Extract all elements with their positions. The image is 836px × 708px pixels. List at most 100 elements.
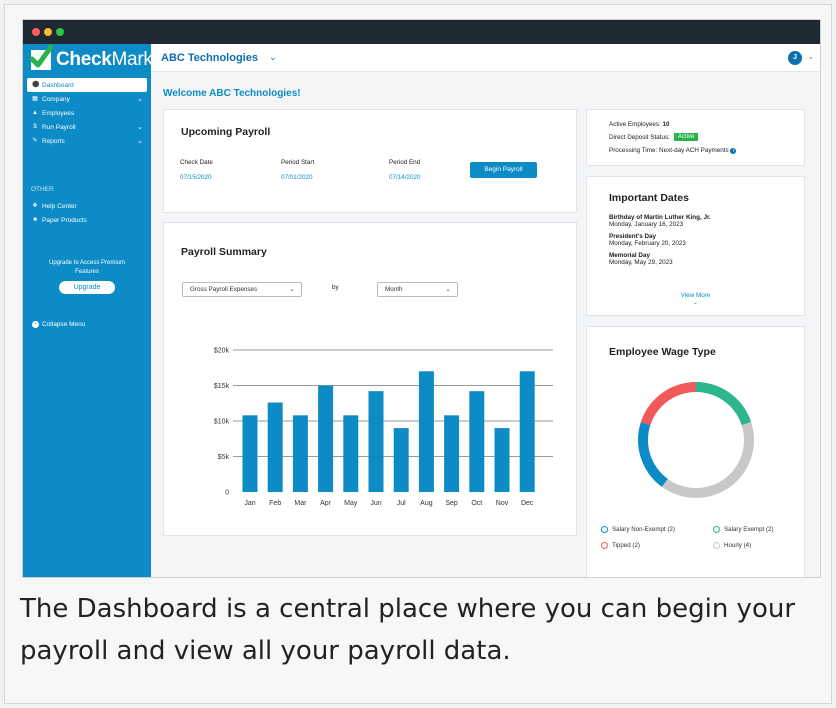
x-tick-label: Nov	[496, 500, 509, 507]
sidebar-item-label: Help Center	[42, 202, 77, 210]
direct-deposit-label: Direct Deposit Status:	[609, 133, 670, 141]
chevron-down-icon[interactable]: ⌄	[269, 52, 277, 63]
legend-marker	[713, 542, 720, 549]
upcoming-payroll-card: Upcoming Payroll	[163, 109, 577, 213]
y-tick-label: 0	[225, 490, 229, 497]
wage-type-donut-chart	[638, 382, 754, 498]
bar-jun[interactable]	[368, 391, 384, 492]
app-window: CheckMark ⚫ Dashboard ▦ Company ⌄ ▲ Empl…	[22, 19, 821, 578]
upcoming-payroll-title: Upcoming Payroll	[181, 126, 271, 138]
legend-marker	[713, 526, 720, 533]
donut-slice-salary-exempt[interactable]	[696, 382, 752, 426]
chevron-down-icon: ⌄	[692, 300, 699, 306]
date-value: Monday, February 20, 2023	[609, 240, 686, 247]
bar-sep[interactable]	[444, 415, 460, 492]
chevron-down-icon[interactable]: ⌄	[807, 52, 814, 61]
minimize-window-button[interactable]	[44, 28, 52, 36]
period-end-column: Period End 07/14/2020	[389, 159, 421, 181]
sidebar-item-dashboard[interactable]: ⚫ Dashboard	[27, 78, 147, 92]
legend-hourly: Hourly (4)	[713, 542, 751, 549]
maximize-window-button[interactable]	[56, 28, 64, 36]
avatar[interactable]: J	[788, 51, 802, 65]
bar-dec[interactable]	[519, 371, 535, 492]
company-selector[interactable]: ABC Technologies	[161, 52, 258, 64]
important-dates-card: Important Dates Birthday of Martin Luthe…	[586, 176, 805, 316]
dollar-icon: $	[33, 124, 37, 130]
sidebar: CheckMark ⚫ Dashboard ▦ Company ⌄ ▲ Empl…	[23, 44, 153, 577]
sidebar-item-company[interactable]: ▦ Company ⌄	[27, 92, 147, 106]
dates-list: Birthday of Martin Luther King, Jr. Mond…	[609, 214, 711, 266]
check-date-label: Check Date	[180, 159, 213, 166]
bar-jan[interactable]	[242, 415, 258, 492]
chevron-down-icon: ⌄	[137, 124, 143, 131]
direct-deposit-row: Direct Deposit Status: Active	[609, 133, 699, 141]
status-badge: Active	[673, 133, 699, 141]
check-date-value: 07/15/2020	[180, 174, 212, 181]
legend-label: Hourly (4)	[724, 542, 752, 549]
chevron-down-icon: ⌄	[445, 286, 451, 293]
x-tick-label: Aug	[420, 500, 433, 507]
active-employees-label: Active Employees:	[609, 121, 661, 128]
x-tick-label: Sep	[445, 500, 458, 507]
sidebar-item-label: Dashboard	[42, 81, 74, 89]
donut-slice-salary-non-exempt[interactable]	[638, 422, 668, 487]
help-icon: ❖	[32, 203, 38, 209]
y-tick-label: $15k	[214, 383, 230, 390]
sidebar-item-label: Employees	[42, 109, 75, 117]
sidebar-item-label: Paper Products	[42, 216, 87, 224]
bar-aug[interactable]	[418, 371, 434, 492]
sidebar-item-reports[interactable]: ✎ Reports ⌄	[27, 134, 147, 148]
welcome-heading: Welcome ABC Technologies!	[163, 88, 301, 99]
period-start-label: Period Start	[281, 159, 315, 166]
checkmark-logo[interactable]: CheckMark	[29, 44, 153, 72]
legend-label: Salary Non-Exempt (2)	[612, 526, 675, 533]
payroll-bar-chart: 0 $5k $10k $15k $20k Jan Feb Mar Apr May Jun Jul Aug…	[214, 348, 553, 507]
bar-oct[interactable]	[469, 391, 485, 492]
close-window-button[interactable]	[32, 28, 40, 36]
bar-apr[interactable]	[318, 385, 334, 493]
period-end-value: 07/14/2020	[389, 174, 421, 181]
sidebar-item-help-center[interactable]: ❖ Help Center	[27, 199, 147, 213]
x-tick-label: Oct	[471, 500, 482, 507]
period-start-column: Period Start 07/01/2020	[281, 159, 314, 181]
date-name: President's Day	[609, 233, 656, 240]
date-value: Monday, May 29, 2023	[609, 259, 673, 266]
person-icon: ▲	[32, 110, 38, 116]
donut-slice-hourly[interactable]	[661, 422, 754, 498]
bar-mar[interactable]	[292, 415, 308, 492]
metric-select[interactable]: Gross Payroll Expenses ⌄	[182, 282, 302, 297]
upgrade-button[interactable]: Upgrade	[59, 281, 115, 294]
bar-feb[interactable]	[267, 402, 283, 492]
bar-may[interactable]	[343, 415, 359, 492]
checkmark-logo-icon	[29, 44, 53, 70]
date-name: Memorial Day	[609, 252, 650, 259]
wage-type-title: Employee Wage Type	[609, 346, 716, 358]
view-more-link[interactable]: View More ⌄	[587, 292, 804, 306]
x-tick-label: Apr	[320, 500, 332, 507]
sidebar-nav: ⚫ Dashboard ▦ Company ⌄ ▲ Employees $ Ru…	[27, 78, 147, 148]
processing-time-row: Processing Time: Next-day ACH Payments i	[609, 147, 737, 154]
chevron-down-icon: ⌄	[137, 96, 143, 103]
x-tick-label: Jun	[370, 500, 381, 507]
donut-slice-tipped[interactable]	[640, 382, 696, 426]
active-employees-row: Active Employees: 10	[609, 121, 670, 128]
wrench-icon: ✎	[32, 138, 38, 144]
caption-text: The Dashboard is a central place where y…	[20, 594, 796, 666]
bar-nov[interactable]	[494, 428, 510, 492]
sidebar-item-paper-products[interactable]: ■ Paper Products	[27, 213, 147, 227]
chevron-down-icon: ⌄	[289, 286, 295, 293]
begin-payroll-button[interactable]: Begin Payroll	[470, 162, 537, 178]
x-tick-label: Jan	[244, 500, 255, 507]
important-dates-title: Important Dates	[609, 192, 689, 204]
y-tick-label: $10k	[214, 419, 230, 426]
document-icon: ■	[33, 217, 37, 223]
date-name: Birthday of Martin Luther King, Jr.	[609, 214, 711, 221]
bar-jul[interactable]	[393, 428, 409, 492]
x-tick-label: May	[344, 500, 358, 507]
collapse-menu-button[interactable]: ‹ Collapse Menu	[32, 321, 85, 328]
info-icon[interactable]: i	[730, 148, 737, 154]
sidebar-item-run-payroll[interactable]: $ Run Payroll ⌄	[27, 120, 147, 134]
period-select[interactable]: Month ⌄	[377, 282, 458, 297]
sidebar-item-employees[interactable]: ▲ Employees	[27, 106, 147, 120]
active-employees-count: 10	[662, 121, 670, 128]
